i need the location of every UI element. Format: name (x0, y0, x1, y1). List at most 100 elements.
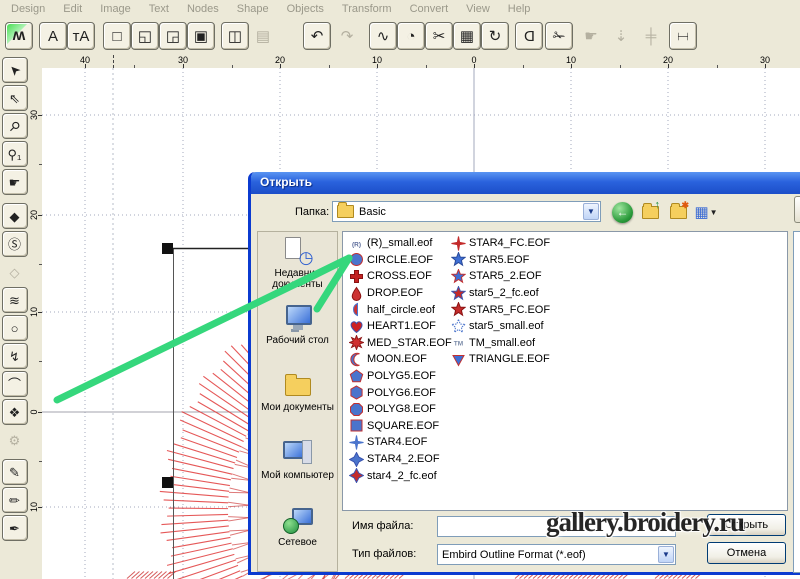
selection-handle[interactable] (162, 477, 173, 488)
back-icon: ← (617, 205, 629, 219)
file-item[interactable]: half_circle.eof (349, 301, 452, 318)
outline-shape-tool[interactable]: ○ (2, 315, 28, 341)
new-icon: □ (112, 29, 121, 44)
menu-image[interactable]: Image (91, 1, 140, 17)
hide-stitches-button[interactable]: ✁ (545, 22, 573, 50)
menu-nodes[interactable]: Nodes (178, 1, 228, 17)
machine-tool-icon: ⚙ (9, 434, 21, 447)
open-button[interactable]: ◱ (131, 22, 159, 50)
file-item[interactable]: HEART1.EOF (349, 318, 452, 335)
hoop-button[interactable]: ⌶ (669, 22, 697, 50)
fill-shape-tool[interactable]: ◆ (2, 203, 28, 229)
menu-design[interactable]: Design (2, 1, 54, 17)
pen-tool[interactable]: ✎ (2, 459, 28, 485)
new-button[interactable]: □ (103, 22, 131, 50)
place-label: Мой компьютер (261, 470, 334, 481)
save-button[interactable]: ▣ (187, 22, 215, 50)
embird-mode-button[interactable]: ʍ (5, 22, 33, 50)
copy-icon: ◫ (228, 29, 242, 44)
menu-shape[interactable]: Shape (228, 1, 278, 17)
import-button[interactable]: ◲ (159, 22, 187, 50)
sfumato-tool[interactable]: Ⓢ (2, 231, 28, 257)
filetype-label: Тип файлов: (352, 548, 416, 560)
lettering-a-button[interactable]: A (39, 22, 67, 50)
pan-tool[interactable]: ☛ (2, 169, 28, 195)
file-item[interactable]: STAR5_2.EOF (451, 268, 550, 285)
sfumato-tool-icon: Ⓢ (8, 238, 21, 251)
select-tool[interactable]: ➤ (2, 57, 28, 83)
file-item[interactable]: POLYG8.EOF (349, 401, 452, 418)
small-text-button[interactable]: ᴛA (67, 22, 95, 50)
folder-combobox[interactable]: Basic ▼ (332, 201, 601, 222)
file-item[interactable]: MED_STAR.EOF (349, 335, 452, 352)
zoom-tool[interactable]: ⚲ (2, 113, 28, 139)
sew-cut-button[interactable]: ✂ (425, 22, 453, 50)
filename-label: Имя файла: (352, 520, 413, 532)
place-label: Рабочий стол (266, 335, 329, 346)
gauge-button[interactable]: ◔ (397, 22, 425, 50)
fill-plus-tool[interactable]: ❖ (2, 399, 28, 425)
filetype-combobox[interactable]: Embird Outline Format (*.eof) ▼ (437, 544, 676, 565)
up-level-button[interactable]: ↑ (639, 201, 661, 223)
place-my-computer[interactable]: Мой компьютер (258, 437, 337, 504)
cancel-button[interactable]: Отмена (707, 542, 786, 564)
undo-button[interactable]: ↶ (303, 22, 331, 50)
curve-node-button[interactable]: ∿ (369, 22, 397, 50)
file-name: CROSS.EOF (367, 270, 432, 282)
place-desktop[interactable]: Рабочий стол (258, 302, 337, 369)
file-item[interactable]: DROP.EOF (349, 285, 452, 302)
file-item[interactable]: STAR4_2.EOF (349, 451, 452, 468)
edit-nodes-tool[interactable]: ⇖ (2, 85, 28, 111)
clipped-button[interactable] (794, 196, 800, 223)
file-item[interactable]: POLYG5.EOF (349, 368, 452, 385)
zigzag-tool[interactable]: ↯ (2, 343, 28, 369)
copy-button[interactable]: ◫ (221, 22, 249, 50)
hatch-pen-tool[interactable]: ✒ (2, 515, 28, 541)
menu-text[interactable]: Text (140, 1, 178, 17)
pencil-tool[interactable]: ✏ (2, 487, 28, 513)
file-item[interactable]: STAR5_FC.EOF (451, 301, 550, 318)
file-item[interactable]: STAR4_FC.EOF (451, 235, 550, 252)
pattern-fill-button[interactable]: ▦ (453, 22, 481, 50)
menu-objects[interactable]: Objects (278, 1, 333, 17)
file-name: TRIANGLE.EOF (469, 353, 550, 365)
mirror-d-button[interactable]: D (515, 22, 543, 50)
file-item[interactable]: CROSS.EOF (349, 268, 452, 285)
paste-icon: ▤ (256, 29, 270, 44)
arc-tool[interactable]: ⌒ (2, 371, 28, 397)
file-item[interactable]: STAR5.EOF (451, 252, 550, 269)
menu-convert[interactable]: Convert (401, 1, 458, 17)
file-item[interactable]: MOON.EOF (349, 351, 452, 368)
views-button[interactable]: ▦ ▼ (695, 201, 717, 223)
menu-edit[interactable]: Edit (54, 1, 91, 17)
selection-handle[interactable] (162, 243, 173, 254)
caret-down-icon: ▼ (710, 208, 718, 217)
file-name: MED_STAR.EOF (367, 337, 452, 349)
file-item[interactable]: POLYG6.EOF (349, 384, 452, 401)
menu-transform[interactable]: Transform (333, 1, 401, 17)
file-item[interactable]: TRIANGLE.EOF (451, 351, 550, 368)
rotate-button[interactable]: ↻ (481, 22, 509, 50)
file-item[interactable]: star5_2_fc.eof (451, 285, 550, 302)
menu-help[interactable]: Help (499, 1, 540, 17)
chevron-down-icon[interactable]: ▼ (583, 203, 599, 220)
file-item[interactable]: TMTM_small.eof (451, 335, 550, 352)
dialog-titlebar[interactable]: Открыть (251, 172, 800, 194)
back-button[interactable]: ← (612, 202, 633, 223)
file-item[interactable]: CIRCLE.EOF (349, 252, 452, 269)
zoom-one-tool[interactable]: ⚲₁ (2, 141, 28, 167)
pentagon-icon (349, 369, 364, 384)
file-item[interactable]: star5_small.eof (451, 318, 550, 335)
file-item[interactable]: (R)(R)_small.eof (349, 235, 452, 252)
file-item[interactable]: STAR4.EOF (349, 434, 452, 451)
file-list[interactable]: (R)(R)_small.eofCIRCLE.EOFCROSS.EOF DROP.… (342, 231, 788, 511)
place-network[interactable]: Сетевое (258, 504, 337, 571)
file-item[interactable]: SQUARE.EOF (349, 418, 452, 435)
new-folder-button[interactable]: ✱ (667, 201, 689, 223)
file-item[interactable]: star4_2_fc.eof (349, 467, 452, 484)
menu-view[interactable]: View (457, 1, 499, 17)
place-my-documents[interactable]: Мои документы (258, 369, 337, 436)
chevron-down-icon[interactable]: ▼ (658, 546, 674, 563)
place-recent-documents[interactable]: Недавние документы (258, 235, 337, 302)
columns-tool[interactable]: ≋ (2, 287, 28, 313)
